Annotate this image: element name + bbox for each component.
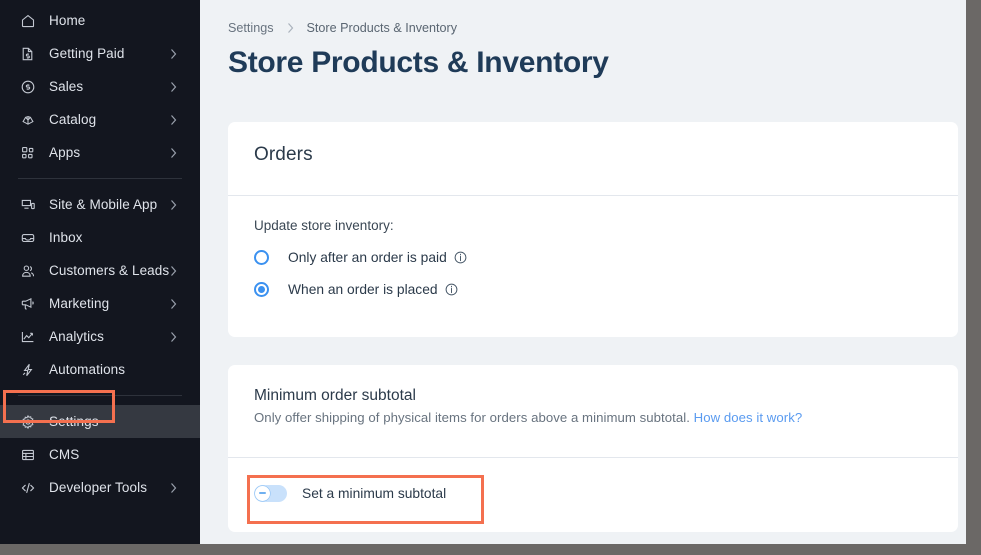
breadcrumb: Settings Store Products & Inventory	[200, 0, 966, 35]
database-icon	[18, 445, 38, 465]
update-inventory-label: Update store inventory:	[254, 218, 394, 233]
chevron-right-icon	[169, 482, 178, 494]
set-minimum-subtotal-toggle[interactable]	[254, 484, 287, 502]
inbox-icon	[18, 228, 38, 248]
customers-icon	[18, 261, 38, 281]
sidebar-item-site-mobile-app[interactable]: Site & Mobile App	[0, 188, 200, 221]
radio-option-when-order-placed[interactable]: When an order is placed	[254, 276, 932, 302]
set-minimum-subtotal-toggle-row[interactable]: Set a minimum subtotal	[254, 480, 932, 506]
info-icon[interactable]	[445, 283, 458, 296]
orders-card: Orders Update store inventory: Only afte…	[228, 122, 958, 337]
sidebar-divider	[18, 395, 182, 396]
sidebar-item-label: Apps	[49, 145, 81, 160]
orders-card-title: Orders	[254, 144, 313, 165]
breadcrumb-current: Store Products & Inventory	[306, 21, 458, 35]
sidebar-item-inbox[interactable]: Inbox	[0, 221, 200, 254]
radio-button[interactable]	[254, 281, 269, 297]
sidebar-item-label: Catalog	[49, 112, 97, 127]
sidebar-item-label: Home	[49, 13, 86, 28]
radio-label: When an order is placed	[288, 281, 438, 297]
toggle-knob	[255, 485, 270, 501]
subtotal-card-title: Minimum order subtotal	[254, 387, 416, 404]
minimum-order-subtotal-card: Minimum order subtotal Only offer shippi…	[228, 365, 958, 532]
catalog-icon	[18, 110, 38, 130]
sidebar-item-label: Customers & Leads	[49, 263, 170, 278]
sidebar-item-label: Getting Paid	[49, 46, 125, 61]
invoice-icon	[18, 44, 38, 64]
subtotal-card-body: Set a minimum subtotal	[228, 458, 958, 506]
chevron-right-icon	[169, 298, 178, 310]
chevron-right-icon	[169, 147, 178, 159]
subtotal-card-header: Minimum order subtotal Only offer shippi…	[228, 365, 958, 458]
chevron-right-icon	[169, 48, 178, 60]
chevron-right-icon	[169, 81, 178, 93]
home-icon	[18, 11, 38, 31]
gear-icon	[18, 412, 38, 432]
sidebar-item-customers-leads[interactable]: Customers & Leads	[0, 254, 200, 287]
sidebar-item-automations[interactable]: Automations	[0, 353, 200, 386]
sidebar-item-sales[interactable]: Sales	[0, 70, 200, 103]
chevron-right-icon	[169, 265, 178, 277]
sidebar-item-label: CMS	[49, 447, 80, 462]
sidebar-group-secondary: Site & Mobile App Inbox Customers & Lead…	[0, 188, 200, 386]
sidebar-item-settings[interactable]: Settings	[0, 405, 200, 438]
sidebar-group-system: Settings CMS Developer Tools	[0, 405, 200, 504]
sidebar-item-label: Site & Mobile App	[49, 197, 158, 212]
chevron-right-icon	[286, 22, 295, 34]
vertical-scrollbar-thumb[interactable]	[967, 4, 980, 60]
sidebar-item-label: Settings	[49, 414, 99, 429]
megaphone-icon	[18, 294, 38, 314]
sidebar-item-developer-tools[interactable]: Developer Tools	[0, 471, 200, 504]
main-content: Settings Store Products & Inventory Stor…	[200, 0, 966, 544]
devices-icon	[18, 195, 38, 215]
radio-label: Only after an order is paid	[288, 249, 447, 265]
sidebar-item-home[interactable]: Home	[0, 4, 200, 37]
sidebar-item-getting-paid[interactable]: Getting Paid	[0, 37, 200, 70]
sidebar-item-label: Inbox	[49, 230, 83, 245]
sidebar-item-analytics[interactable]: Analytics	[0, 320, 200, 353]
sidebar-item-marketing[interactable]: Marketing	[0, 287, 200, 320]
app-window: Home Getting Paid Sales Catalog Apps Sit…	[0, 0, 981, 555]
chevron-right-icon	[169, 331, 178, 343]
sidebar-item-label: Analytics	[49, 329, 104, 344]
how-does-it-work-link[interactable]: How does it work?	[694, 410, 803, 425]
bolt-icon	[18, 360, 38, 380]
radio-button[interactable]	[254, 249, 269, 265]
sidebar-item-label: Sales	[49, 79, 84, 94]
subtotal-description-text: Only offer shipping of physical items fo…	[254, 410, 690, 425]
sidebar-item-catalog[interactable]: Catalog	[0, 103, 200, 136]
chevron-right-icon	[169, 199, 178, 211]
apps-icon	[18, 143, 38, 163]
main-sidebar: Home Getting Paid Sales Catalog Apps Sit…	[0, 0, 200, 544]
orders-card-header: Orders	[228, 122, 958, 196]
sidebar-item-label: Developer Tools	[49, 480, 148, 495]
page-title: Store Products & Inventory	[228, 46, 609, 79]
sidebar-item-apps[interactable]: Apps	[0, 136, 200, 169]
code-icon	[18, 478, 38, 498]
subtotal-card-description: Only offer shipping of physical items fo…	[254, 410, 932, 425]
sidebar-item-label: Marketing	[49, 296, 110, 311]
horizontal-scrollbar[interactable]	[0, 544, 981, 555]
sidebar-item-cms[interactable]: CMS	[0, 438, 200, 471]
toggle-label: Set a minimum subtotal	[302, 485, 447, 501]
radio-option-only-after-paid[interactable]: Only after an order is paid	[254, 244, 932, 270]
sidebar-divider	[18, 178, 182, 179]
sidebar-group-primary: Home Getting Paid Sales Catalog Apps	[0, 4, 200, 169]
dollar-icon	[18, 77, 38, 97]
orders-card-body: Update store inventory: Only after an or…	[228, 196, 958, 302]
sidebar-item-label: Automations	[49, 362, 126, 377]
vertical-scrollbar[interactable]	[966, 0, 981, 544]
info-icon[interactable]	[454, 251, 467, 264]
breadcrumb-parent-link[interactable]: Settings	[228, 21, 274, 35]
chevron-right-icon	[169, 114, 178, 126]
chart-line-icon	[18, 327, 38, 347]
